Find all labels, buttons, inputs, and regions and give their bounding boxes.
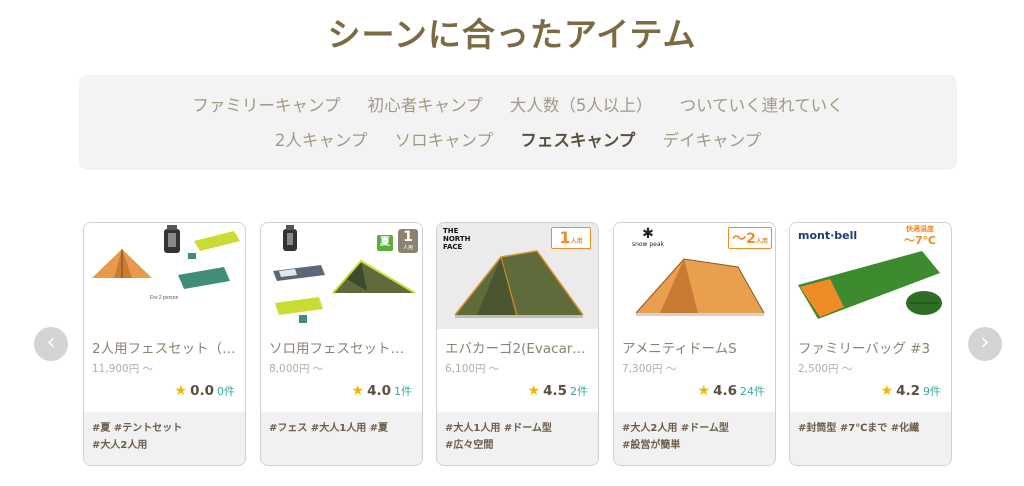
product-tags: #大人1人用 #ドーム型 #広々空間 xyxy=(437,412,598,465)
season-badge: 夏 xyxy=(377,235,393,251)
persons-badge: 1人用 xyxy=(551,227,591,249)
product-rating: ★ 4.2 9件 xyxy=(881,383,941,399)
product-name[interactable]: ファミリーバッグ #3 xyxy=(798,337,943,357)
comfort-temp-label: 快適温度 ～7℃ xyxy=(904,225,936,247)
rating-score: 0.0 xyxy=(190,383,214,399)
scene-tab-fes[interactable]: フェスキャンプ xyxy=(520,131,635,150)
tag-line[interactable]: #フェス #大人1人用 #夏 xyxy=(269,420,414,437)
rating-score: 4.0 xyxy=(367,383,391,399)
product-card[interactable]: For 2 person 2人用フェスセット（… 11,900円 ～ ★ 0.0 0… xyxy=(83,222,246,466)
product-image: ✱ snow peak ～2人用 xyxy=(614,223,775,329)
product-name[interactable]: 2人用フェスセット（… xyxy=(92,337,237,357)
brand-logo-montbell: mont·bell xyxy=(798,229,858,242)
star-icon: ★ xyxy=(351,383,365,399)
product-rating: ★ 4.6 24件 xyxy=(698,383,765,399)
chevron-right-icon: › xyxy=(980,330,990,355)
review-count[interactable]: 2件 xyxy=(570,385,588,398)
scene-row-2: 2人キャンプ ソロキャンプ フェスキャンプ デイキャンプ xyxy=(79,127,957,151)
rating-score: 4.2 xyxy=(896,383,920,399)
product-name[interactable]: アメニティドームS xyxy=(622,337,767,357)
scene-tab-family[interactable]: ファミリーキャンプ xyxy=(192,96,340,115)
tag-line[interactable]: #大人1人用 #ドーム型 xyxy=(445,420,590,437)
product-tags: #フェス #大人1人用 #夏 xyxy=(261,412,422,465)
review-count[interactable]: 0件 xyxy=(217,385,235,398)
brand-logo-tnf: THE NORTH FACE xyxy=(443,227,471,251)
product-card[interactable]: 夏 1 人用 ソロ用フェスセット（… 8,000円 ～ ★ 4.0 1件 #フェス … xyxy=(260,222,423,466)
scene-tab-day[interactable]: デイキャンプ xyxy=(663,131,762,150)
tent-set-illustration: For 2 person xyxy=(92,225,240,301)
product-image: 夏 1 人用 xyxy=(261,223,422,329)
product-card[interactable]: ✱ snow peak ～2人用 アメニティドームS 7,300円 ～ ★ 4.6… xyxy=(613,222,776,466)
persons-badge: ～2人用 xyxy=(728,227,772,249)
star-icon: ★ xyxy=(880,383,894,399)
scene-tab-solo[interactable]: ソロキャンプ xyxy=(395,131,494,150)
product-card[interactable]: THE NORTH FACE 1人用 エバカーゴ2(Evacarg… 6,100… xyxy=(436,222,599,466)
scene-tab-tag-along[interactable]: ついていく連れていく xyxy=(680,96,844,115)
product-image: For 2 person xyxy=(84,223,245,329)
product-price: 7,300円 ～ xyxy=(622,363,677,375)
scene-tab-large-group[interactable]: 大人数（5人以上） xyxy=(510,96,653,115)
star-icon: ★ xyxy=(527,383,541,399)
scene-tab-two-person[interactable]: 2人キャンプ xyxy=(275,131,368,150)
carousel-prev-button[interactable]: ‹ xyxy=(34,327,68,361)
product-rating: ★ 4.0 1件 xyxy=(352,383,412,399)
scene-tab-beginner[interactable]: 初心者キャンプ xyxy=(368,96,483,115)
review-count[interactable]: 1件 xyxy=(394,385,412,398)
review-count[interactable]: 9件 xyxy=(923,385,941,398)
product-tags: #夏 #テントセット #大人2人用 xyxy=(84,412,245,465)
product-price: 11,900円 ～ xyxy=(92,363,154,375)
section-title: シーンに合ったアイテム xyxy=(327,15,697,54)
review-count[interactable]: 24件 xyxy=(740,385,765,398)
tag-line[interactable]: #広々空間 xyxy=(445,437,590,454)
tag-line[interactable]: #夏 #テントセット xyxy=(92,420,237,437)
persons-badge: 1 人用 xyxy=(398,229,418,253)
scene-row-1: ファミリーキャンプ 初心者キャンプ 大人数（5人以上） ついていく連れていく xyxy=(79,92,957,116)
tag-line[interactable]: #大人2人用 xyxy=(92,437,237,454)
star-icon: ★ xyxy=(174,383,188,399)
product-image: THE NORTH FACE 1人用 xyxy=(437,223,598,329)
tag-line[interactable]: #設営が簡単 xyxy=(622,437,767,454)
product-price: 6,100円 ～ xyxy=(445,363,500,375)
product-rating: ★ 4.5 2件 xyxy=(528,383,588,399)
star-icon: ★ xyxy=(697,383,711,399)
product-tags: #大人2人用 #ドーム型 #設営が簡単 xyxy=(614,412,775,465)
product-name[interactable]: ソロ用フェスセット（… xyxy=(269,337,414,357)
product-card[interactable]: mont·bell 快適温度 ～7℃ ファミリーバッグ #3 2,500円 ～ … xyxy=(789,222,952,466)
product-image: mont·bell 快適温度 ～7℃ xyxy=(790,223,951,329)
product-name[interactable]: エバカーゴ2(Evacarg… xyxy=(445,337,590,357)
rating-score: 4.5 xyxy=(543,383,567,399)
rating-score: 4.6 xyxy=(713,383,737,399)
product-price: 2,500円 ～ xyxy=(798,363,853,375)
brand-logo-snowpeak: ✱ snow peak xyxy=(631,226,665,248)
product-rating: ★ 0.0 0件 xyxy=(175,383,235,399)
product-price: 8,000円 ～ xyxy=(269,363,324,375)
product-tags: #封筒型 #7℃まで #化繊 xyxy=(790,412,951,465)
scene-filter-panel: ファミリーキャンプ 初心者キャンプ 大人数（5人以上） ついていく連れていく 2… xyxy=(79,75,957,170)
image-caption: For 2 person xyxy=(150,295,179,301)
tag-line[interactable]: #大人2人用 #ドーム型 xyxy=(622,420,767,437)
tag-line[interactable]: #封筒型 #7℃まで #化繊 xyxy=(798,420,943,437)
chevron-left-icon: ‹ xyxy=(46,330,56,355)
carousel-next-button[interactable]: › xyxy=(968,327,1002,361)
